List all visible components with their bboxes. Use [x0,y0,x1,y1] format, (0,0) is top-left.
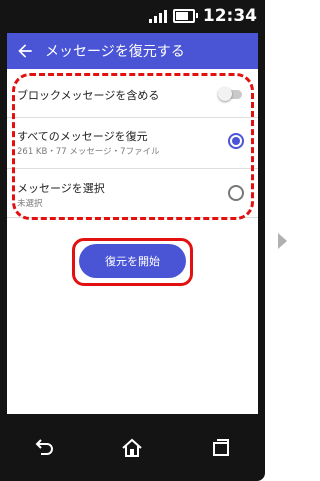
home-icon[interactable] [120,436,144,460]
battery-icon [172,9,198,23]
page-title: メッセージを復元する [45,44,185,60]
signal-icon [148,9,167,23]
phone-frame: 12:34 メッセージを復元する ブロックメッセージを含める すべてのメッセージ… [0,0,265,481]
next-arrow-icon [278,233,287,249]
back-arrow-icon[interactable] [15,41,35,61]
back-icon[interactable] [32,436,56,460]
status-time: 12:34 [202,6,257,26]
recent-apps-icon[interactable] [209,436,233,460]
highlight-options-box [12,73,254,220]
navigation-bar [0,414,265,481]
app-bar: メッセージを復元する [7,33,258,69]
start-restore-button[interactable]: 復元を開始 [79,244,186,278]
status-bar: 12:34 [0,0,265,32]
